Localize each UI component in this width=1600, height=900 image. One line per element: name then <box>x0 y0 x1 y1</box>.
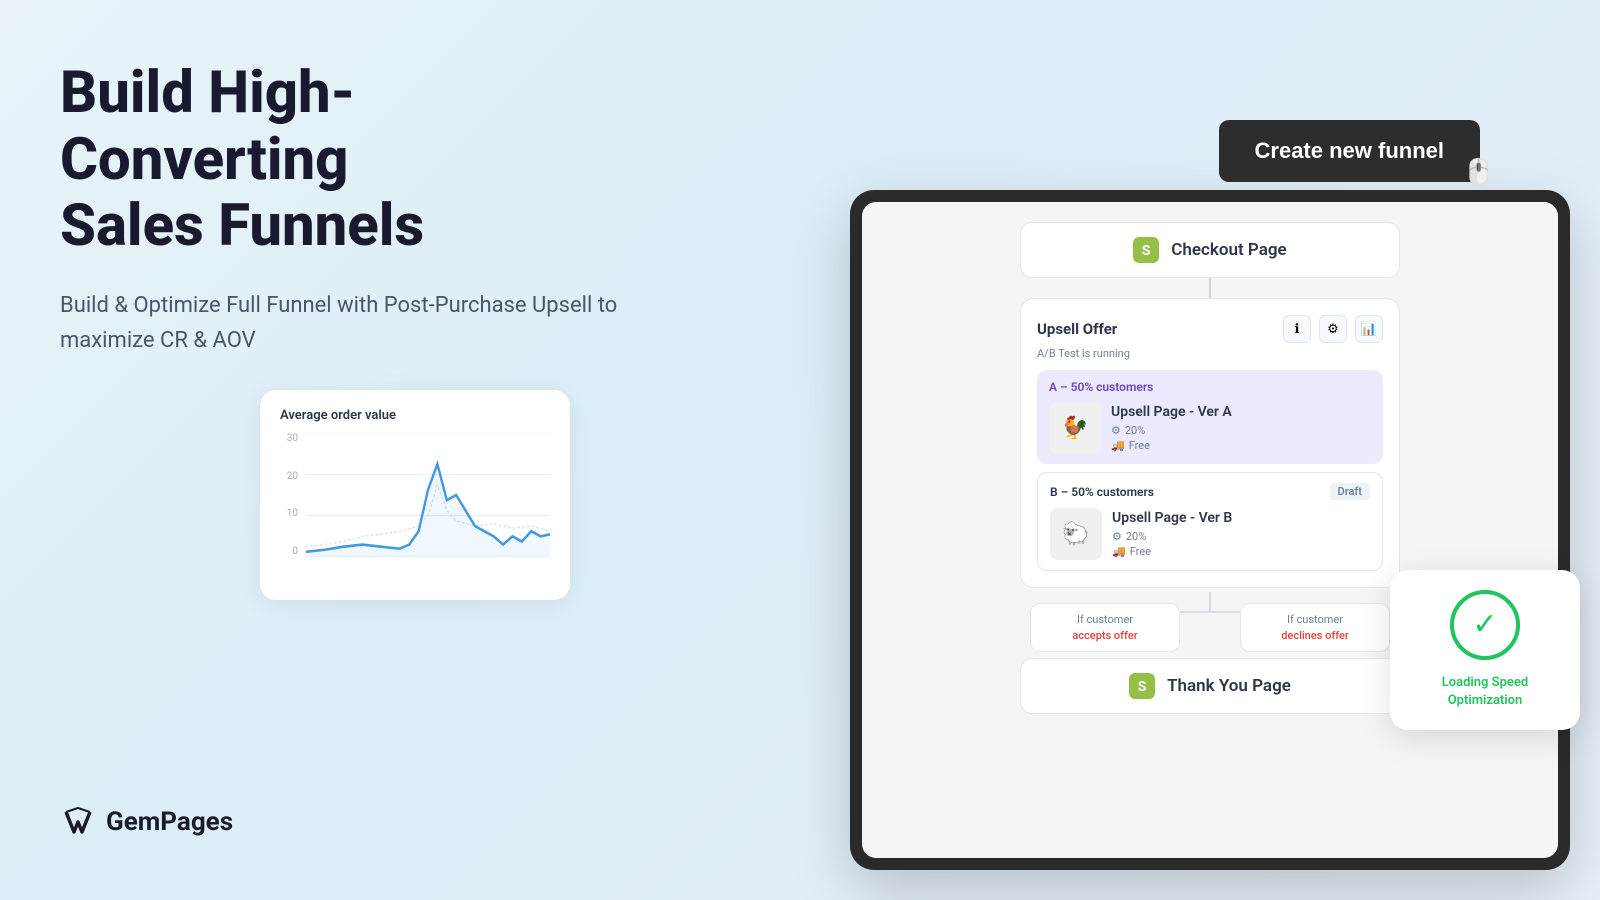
mockup-inner: S Checkout Page Upsell Offer ℹ ⚙ 📊 A/B T… <box>862 202 1558 858</box>
speed-label: Loading Speed Optimization <box>1410 674 1560 710</box>
speed-optimization-card: ✓ Loading Speed Optimization <box>1390 570 1580 730</box>
branch-decline-box: If customer declines offer <box>1240 603 1390 652</box>
variant-b-label: B – 50% customers <box>1050 485 1154 499</box>
chart-card: Average order value 30 20 10 0 <box>260 390 570 600</box>
y-label-10: 10 <box>280 508 298 519</box>
logo: GemPages <box>60 804 233 840</box>
variant-a-section: A – 50% customers 🐓 Upsell Page - Ver A … <box>1037 370 1383 464</box>
draft-badge: Draft <box>1330 483 1370 500</box>
chart-area: 30 20 10 0 <box>280 433 550 573</box>
variant-b-percent: ⚙ 20% <box>1112 530 1370 543</box>
variant-b-section: B – 50% customers Draft 🐑 Upsell Page - … <box>1037 472 1383 571</box>
variant-a-content: 🐓 Upsell Page - Ver A ⚙ 20% 🚚 Free <box>1049 402 1371 454</box>
ab-status: A/B Test is running <box>1037 347 1383 360</box>
variant-b-name: Upsell Page - Ver B <box>1112 510 1370 526</box>
main-title: Build High-Converting Sales Funnels <box>60 60 620 260</box>
variant-b-info: Upsell Page - Ver B ⚙ 20% 🚚 Free <box>1112 510 1370 558</box>
checkout-page-box: S Checkout Page <box>1020 222 1400 278</box>
settings-icon-btn[interactable]: ⚙ <box>1319 315 1347 343</box>
branch-accept-bottom: accepts offer <box>1045 628 1165 643</box>
y-label-0: 0 <box>280 546 298 557</box>
chart-title: Average order value <box>280 408 550 423</box>
branch-decline-top: If customer <box>1255 612 1375 627</box>
variant-a-thumb: 🐓 <box>1049 402 1101 454</box>
chart-y-labels: 30 20 10 0 <box>280 433 298 573</box>
hero-section: Build High-Converting Sales Funnels Buil… <box>60 60 620 358</box>
cursor-icon: 🖱️ <box>1463 158 1495 188</box>
thank-you-label: Thank You Page <box>1167 676 1291 696</box>
branch-decline-bottom: declines offer <box>1255 628 1375 643</box>
speed-circle: ✓ <box>1450 590 1520 660</box>
branch-accept-top: If customer <box>1045 612 1165 627</box>
upsell-action-icons: ℹ ⚙ 📊 <box>1283 315 1383 343</box>
subtitle: Build & Optimize Full Funnel with Post-P… <box>60 288 620 358</box>
y-label-20: 20 <box>280 471 298 482</box>
logo-text: GemPages <box>106 807 233 837</box>
thank-you-shopify-icon: S <box>1129 673 1155 699</box>
chart-svg <box>306 433 550 557</box>
variant-b-meta: ⚙ 20% 🚚 Free <box>1112 530 1370 558</box>
y-label-30: 30 <box>280 433 298 444</box>
variant-b-thumb: 🐑 <box>1050 508 1102 560</box>
branch-accept-box: If customer accepts offer <box>1030 603 1180 652</box>
variant-a-info: Upsell Page - Ver A ⚙ 20% 🚚 Free <box>1111 404 1371 452</box>
variant-b-header: B – 50% customers Draft <box>1050 483 1370 500</box>
variant-a-label: A – 50% customers <box>1049 380 1371 394</box>
thank-you-page-box: S Thank You Page <box>1020 658 1400 714</box>
svg-text:S: S <box>1138 679 1147 695</box>
upsell-offer-card: Upsell Offer ℹ ⚙ 📊 A/B Test is running A… <box>1020 298 1400 588</box>
variant-a-percent: ⚙ 20% <box>1111 424 1371 437</box>
variant-b-price: 🚚 Free <box>1112 545 1370 558</box>
upsell-header: Upsell Offer ℹ ⚙ 📊 <box>1037 315 1383 343</box>
connector-1 <box>1209 278 1211 298</box>
upsell-title: Upsell Offer <box>1037 320 1117 338</box>
chart-icon-btn[interactable]: 📊 <box>1355 315 1383 343</box>
logo-icon <box>60 804 96 840</box>
variant-a-price: 🚚 Free <box>1111 439 1371 452</box>
info-icon-btn[interactable]: ℹ <box>1283 315 1311 343</box>
checkout-page-label: Checkout Page <box>1171 240 1286 260</box>
variant-a-name: Upsell Page - Ver A <box>1111 404 1371 420</box>
variant-b-content: 🐑 Upsell Page - Ver B ⚙ 20% 🚚 Free <box>1050 508 1370 560</box>
shopify-icon: S <box>1133 237 1159 263</box>
svg-text:S: S <box>1142 243 1151 259</box>
funnel-mockup: S Checkout Page Upsell Offer ℹ ⚙ 📊 A/B T… <box>850 190 1570 870</box>
speed-check-icon: ✓ <box>1472 607 1497 642</box>
create-funnel-button[interactable]: Create new funnel <box>1219 120 1480 182</box>
branch-area: If customer accepts offer If customer de… <box>1020 592 1400 652</box>
variant-a-meta: ⚙ 20% 🚚 Free <box>1111 424 1371 452</box>
